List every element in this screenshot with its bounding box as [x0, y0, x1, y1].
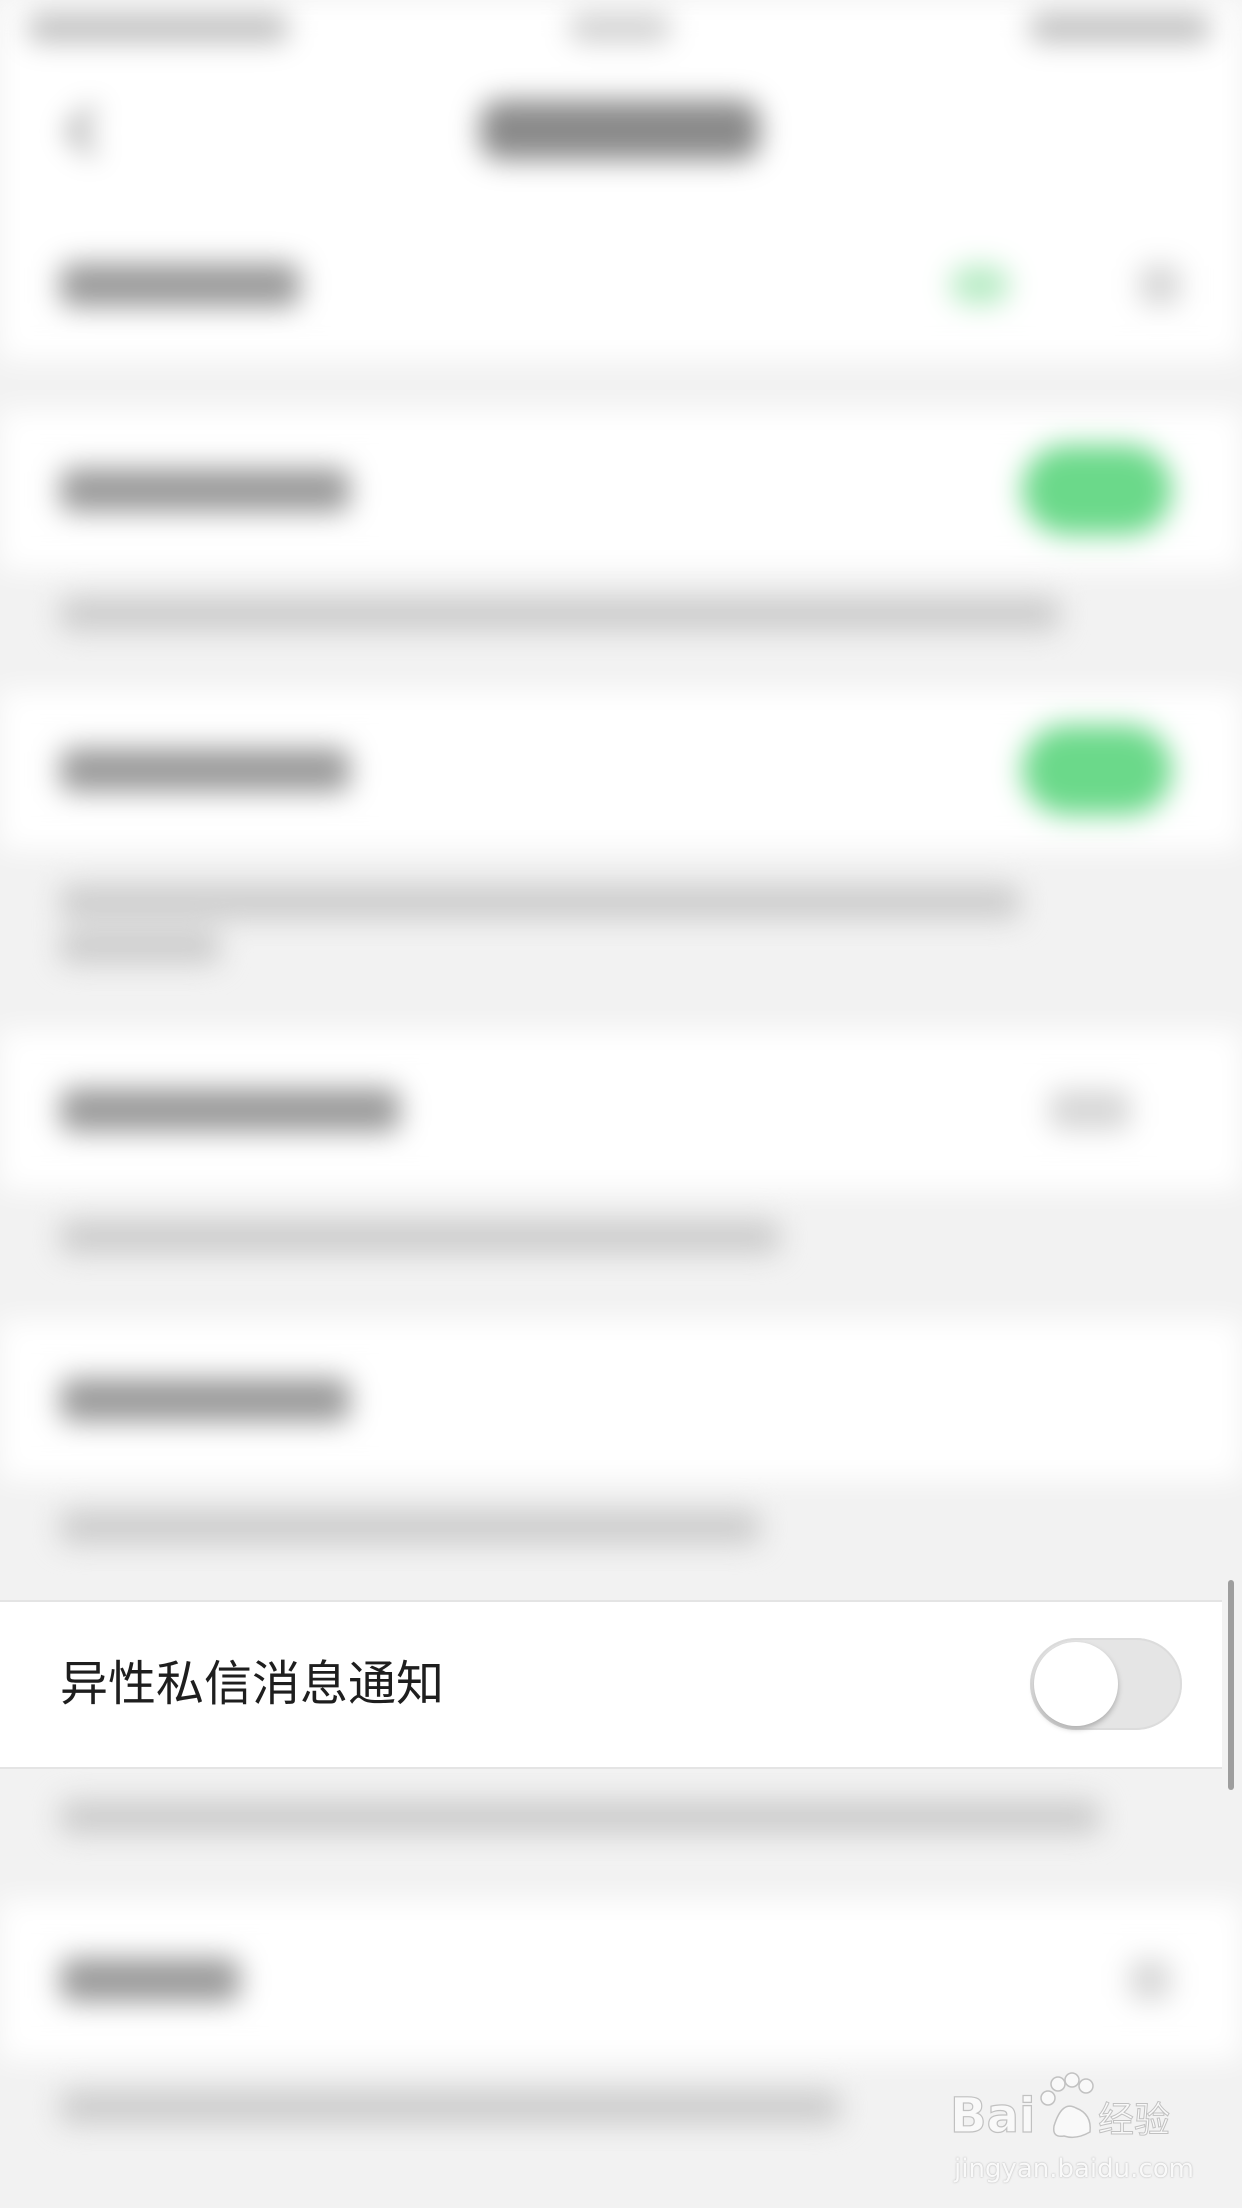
setting-row-4-label-placeholder: [60, 1088, 400, 1132]
setting-row-1-chevron-icon: [1140, 265, 1180, 305]
setting-row-2-description-placeholder: [60, 597, 1060, 631]
setting-row-2-toggle[interactable]: [1022, 445, 1172, 535]
setting-row-2-label-placeholder: [60, 468, 350, 512]
setting-row-1-label-placeholder: [60, 263, 300, 307]
svg-text:经验: 经验: [1098, 2100, 1170, 2141]
back-arrow-icon[interactable]: [60, 100, 100, 160]
setting-row-2[interactable]: [0, 410, 1242, 570]
focused-setting-description-placeholder: [60, 1800, 1100, 1834]
setting-row-7-label-placeholder: [60, 1958, 240, 2002]
blurred-background: [0, 0, 1242, 2208]
page-title-placeholder: [480, 100, 760, 160]
baidu-jingyan-logo-icon: Bai 经验: [950, 2072, 1171, 2145]
focused-setting-row: 异性私信消息通知: [0, 1600, 1222, 1769]
focused-setting-label: 异性私信消息通知: [60, 1656, 445, 1712]
setting-row-4-chevron-icon: [1050, 1090, 1130, 1130]
setting-row-4-description-placeholder: [60, 1220, 780, 1254]
toggle-knob: [1034, 1642, 1118, 1726]
scrollbar[interactable]: [1228, 1580, 1234, 1790]
setting-row-3-description-placeholder-1: [60, 885, 1020, 919]
setting-row-3-label-placeholder: [60, 748, 350, 792]
status-bar-left-placeholder: [28, 14, 288, 42]
svg-text:Bai: Bai: [950, 2088, 1035, 2144]
setting-row-1-indicator: [950, 265, 1010, 305]
setting-row-7[interactable]: [0, 1900, 1242, 2060]
focused-setting-toggle[interactable]: [1030, 1638, 1182, 1730]
screen: 异性私信消息通知 Bai 经验 jingyan.baidu.com: [0, 0, 1242, 2208]
setting-row-3-description-placeholder-2: [60, 930, 220, 964]
status-bar-time-placeholder: [570, 14, 670, 42]
nav-bar: [0, 60, 1242, 210]
setting-row-7-description-placeholder: [60, 2090, 840, 2124]
setting-row-5[interactable]: [0, 1320, 1242, 1480]
setting-row-1[interactable]: [0, 210, 1242, 360]
setting-row-3-toggle[interactable]: [1022, 725, 1172, 815]
setting-row-5-label-placeholder: [60, 1378, 350, 1422]
setting-row-4[interactable]: [0, 1030, 1242, 1190]
setting-row-5-description-placeholder: [60, 1510, 760, 1544]
setting-row-3[interactable]: [0, 690, 1242, 850]
status-bar: [0, 0, 1242, 60]
watermark-url: jingyan.baidu.com: [954, 2154, 1194, 2184]
status-bar-right-placeholder: [1030, 14, 1210, 42]
watermark: Bai 经验 jingyan.baidu.com: [950, 2070, 1230, 2190]
setting-row-7-chevron-icon: [1130, 1960, 1170, 2000]
